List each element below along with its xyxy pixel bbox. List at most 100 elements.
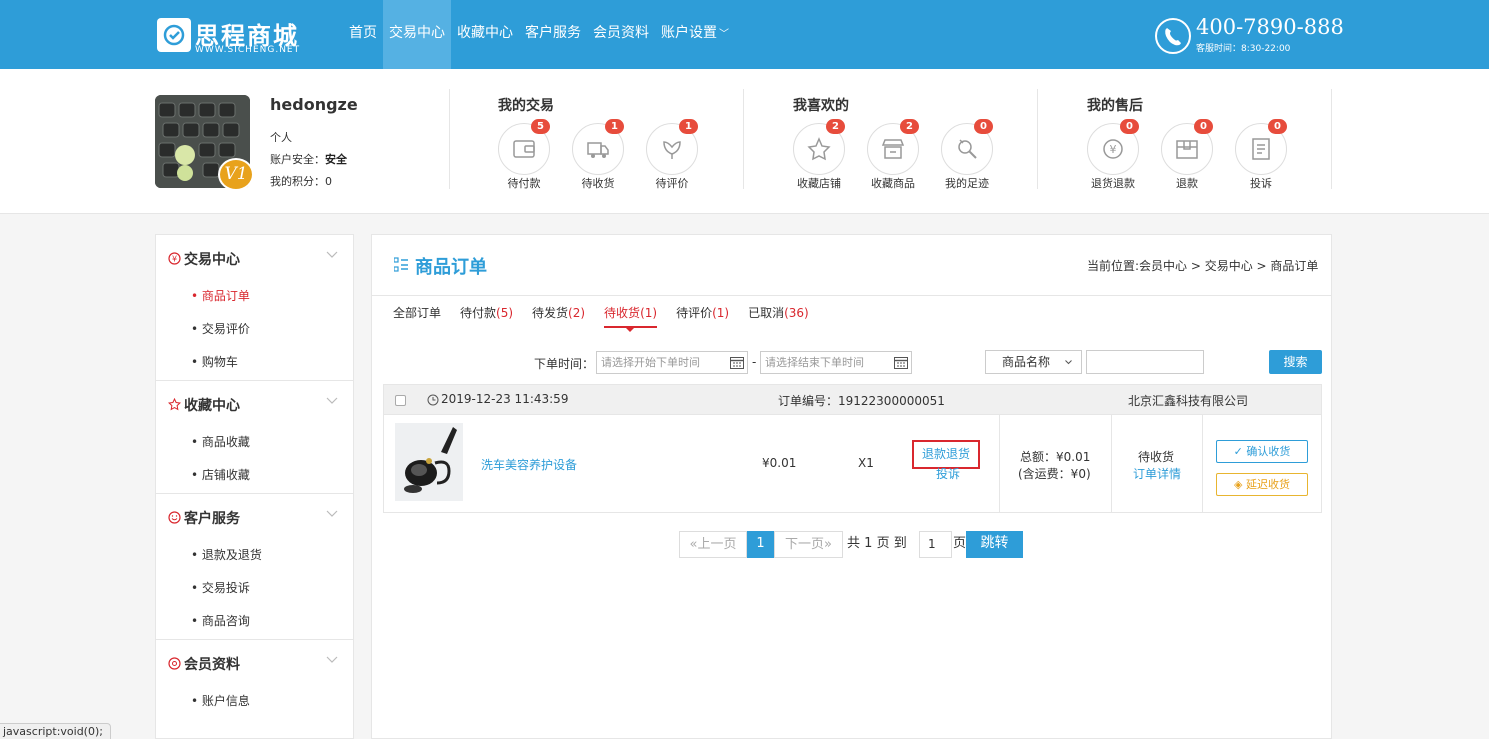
go-page-button[interactable]: 跳转 — [966, 531, 1023, 558]
page-number-input[interactable]: 1 — [919, 531, 952, 558]
wallet-icon — [513, 140, 535, 158]
divider — [1037, 89, 1038, 189]
search-button[interactable]: 搜索 — [1269, 350, 1322, 374]
sidebar-item-trade-reviews[interactable]: • 交易评价 — [156, 314, 353, 347]
nav-customer-service[interactable]: 客户服务 — [519, 0, 587, 69]
sidebar-group-header[interactable]: 会员资料 — [156, 640, 353, 686]
count-badge: 0 — [1120, 119, 1139, 134]
search-input[interactable] — [1086, 350, 1204, 374]
footprint-icon — [958, 139, 977, 159]
my-footprint-item[interactable]: 0 我的足迹 — [930, 119, 1004, 193]
sidebar-item-product-inquiry[interactable]: • 商品咨询 — [156, 606, 353, 639]
phone-icon — [1155, 18, 1191, 54]
pending-review-item[interactable]: 1 待评价 — [635, 119, 709, 193]
tab-pending-shipment[interactable]: 待发货(2) — [532, 304, 585, 328]
tab-pending-payment[interactable]: 待付款(5) — [460, 304, 513, 328]
search-field-select[interactable]: 商品名称 — [985, 350, 1082, 374]
my-favorites-group: 我喜欢的 2 收藏店铺 2 收藏商品 0 我的足迹 — [782, 89, 1022, 190]
select-order-checkbox[interactable] — [395, 395, 406, 406]
top-navigation-bar: 思程商城 WWW.SICHENG.NET 首页 交易中心 收藏中心 客户服务 会… — [0, 0, 1489, 69]
sidebar-item-trade-complaints[interactable]: • 交易投诉 — [156, 573, 353, 606]
tab-pending-receipt[interactable]: 待收货(1) — [604, 304, 658, 332]
return-refund-item[interactable]: ¥ 0 退货退款 — [1076, 119, 1150, 193]
pending-payment-item[interactable]: 5 待付款 — [487, 119, 561, 193]
chevron-down-icon: ﹀ — [719, 29, 729, 40]
favorite-shops-item[interactable]: 2 收藏店铺 — [782, 119, 856, 193]
truck-icon — [587, 142, 609, 158]
sidebar-group-header[interactable]: ¥ 交易中心 — [156, 235, 353, 281]
svg-text:¥: ¥ — [1110, 143, 1117, 156]
divider — [1331, 89, 1332, 189]
my-trades-group: 我的交易 5 待付款 1 待收货 1 待评价 — [487, 89, 727, 190]
shop-name[interactable]: 北京汇鑫科技有限公司 — [1128, 392, 1248, 409]
username: hedongze — [270, 95, 358, 114]
site-logo[interactable]: 思程商城 WWW.SICHENG.NET — [155, 16, 305, 56]
chevron-down-icon — [326, 656, 338, 663]
user-profile-panel: V1 hedongze 个人 账户安全：安全 我的积分：0 我的交易 5 待付款… — [0, 69, 1489, 214]
account-security: 账户安全：安全 — [270, 153, 347, 166]
tab-pending-review[interactable]: 待评价(1) — [676, 304, 729, 328]
product-quantity: X1 — [858, 456, 874, 470]
count-badge: 0 — [1268, 119, 1287, 134]
nav-account-settings[interactable]: 账户设置 ﹀ — [655, 0, 735, 69]
order-row: 洗车美容养护设备 ¥0.01 X1 退款退货 投诉 总额：¥0.01 (含运费：… — [383, 415, 1322, 513]
page-title: 商品订单 — [415, 257, 487, 278]
sidebar-group-header[interactable]: 客户服务 — [156, 494, 353, 540]
order-datetime: 2019-12-23 11:43:59 — [441, 392, 569, 406]
chevron-down-icon — [326, 397, 338, 404]
end-date-input[interactable]: 请选择结束下单时间 — [760, 351, 912, 374]
brand-url: WWW.SICHENG.NET — [195, 45, 301, 55]
prev-page-button[interactable]: «上一页 — [679, 531, 747, 558]
chevron-down-icon — [1065, 360, 1072, 365]
product-name-link[interactable]: 洗车美容养护设备 — [481, 456, 577, 473]
sidebar-group-header[interactable]: 收藏中心 — [156, 381, 353, 427]
next-page-button[interactable]: 下一页» — [774, 531, 843, 558]
calendar-icon — [894, 357, 908, 369]
sidebar-item-refund-returns[interactable]: • 退款及退货 — [156, 540, 353, 573]
sidebar-item-shop-favorites[interactable]: • 店铺收藏 — [156, 460, 353, 493]
tab-cancelled[interactable]: 已取消(36) — [748, 304, 809, 328]
count-badge: 2 — [826, 119, 845, 134]
list-icon — [394, 257, 408, 272]
hotline-number: 400-7890-888 — [1196, 15, 1344, 39]
tab-all-orders[interactable]: 全部订单 — [393, 304, 441, 328]
main-nav: 首页 交易中心 收藏中心 客户服务 会员资料 账户设置 ﹀ — [343, 0, 735, 69]
delay-receipt-button[interactable]: ◈ 延迟收货 — [1216, 473, 1308, 496]
nav-home[interactable]: 首页 — [343, 0, 383, 69]
product-image[interactable] — [395, 423, 463, 501]
account-type: 个人 — [270, 131, 292, 144]
sidebar-item-product-favorites[interactable]: • 商品收藏 — [156, 427, 353, 460]
divider — [1202, 415, 1203, 512]
sidebar-group-trade: ¥ 交易中心 • 商品订单 • 交易评价 • 购物车 — [156, 235, 353, 381]
complaint-item[interactable]: 0 投诉 — [1224, 119, 1298, 193]
sidebar-item-cart[interactable]: • 购物车 — [156, 347, 353, 380]
sidebar-group-favorites: 收藏中心 • 商品收藏 • 店铺收藏 — [156, 381, 353, 494]
nav-favorites[interactable]: 收藏中心 — [451, 0, 519, 69]
nav-trade-center[interactable]: 交易中心 — [383, 0, 451, 69]
chevron-down-icon — [326, 251, 338, 258]
yen-refund-icon: ¥ — [1103, 139, 1123, 159]
start-date-input[interactable]: 请选择开始下单时间 — [596, 351, 748, 374]
sidebar-group-member: 会员资料 • 账户信息 — [156, 640, 353, 719]
count-badge: 5 — [531, 119, 550, 134]
orders-panel: 商品订单 当前位置:会员中心 > 交易中心 > 商品订单 全部订单 待付款(5)… — [371, 234, 1332, 739]
shield-icon: ◈ — [1234, 478, 1246, 491]
sidebar-item-account-info[interactable]: • 账户信息 — [156, 686, 353, 719]
confirm-receipt-button[interactable]: ✓ 确认收货 — [1216, 440, 1308, 463]
pending-receipt-item[interactable]: 1 待收货 — [561, 119, 635, 193]
shop-icon — [881, 139, 905, 159]
order-detail-link[interactable]: 订单详情 — [1133, 465, 1181, 482]
order-status-tabs: 全部订单 待付款(5) 待发货(2) 待收货(1) 待评价(1) 已取消(36) — [393, 304, 828, 332]
logo-icon — [157, 18, 191, 52]
refund-item[interactable]: 0 退款 — [1150, 119, 1224, 193]
product-price: ¥0.01 — [762, 456, 797, 470]
complaint-link[interactable]: 投诉 — [936, 465, 960, 482]
smile-icon — [168, 511, 181, 524]
nav-member-profile[interactable]: 会员资料 — [587, 0, 655, 69]
yen-circle-icon: ¥ — [168, 252, 181, 265]
count-badge: 0 — [974, 119, 993, 134]
favorite-products-item[interactable]: 2 收藏商品 — [856, 119, 930, 193]
date-range-separator: - — [752, 355, 757, 369]
current-page[interactable]: 1 — [747, 531, 774, 558]
sidebar-item-product-orders[interactable]: • 商品订单 — [156, 281, 353, 314]
